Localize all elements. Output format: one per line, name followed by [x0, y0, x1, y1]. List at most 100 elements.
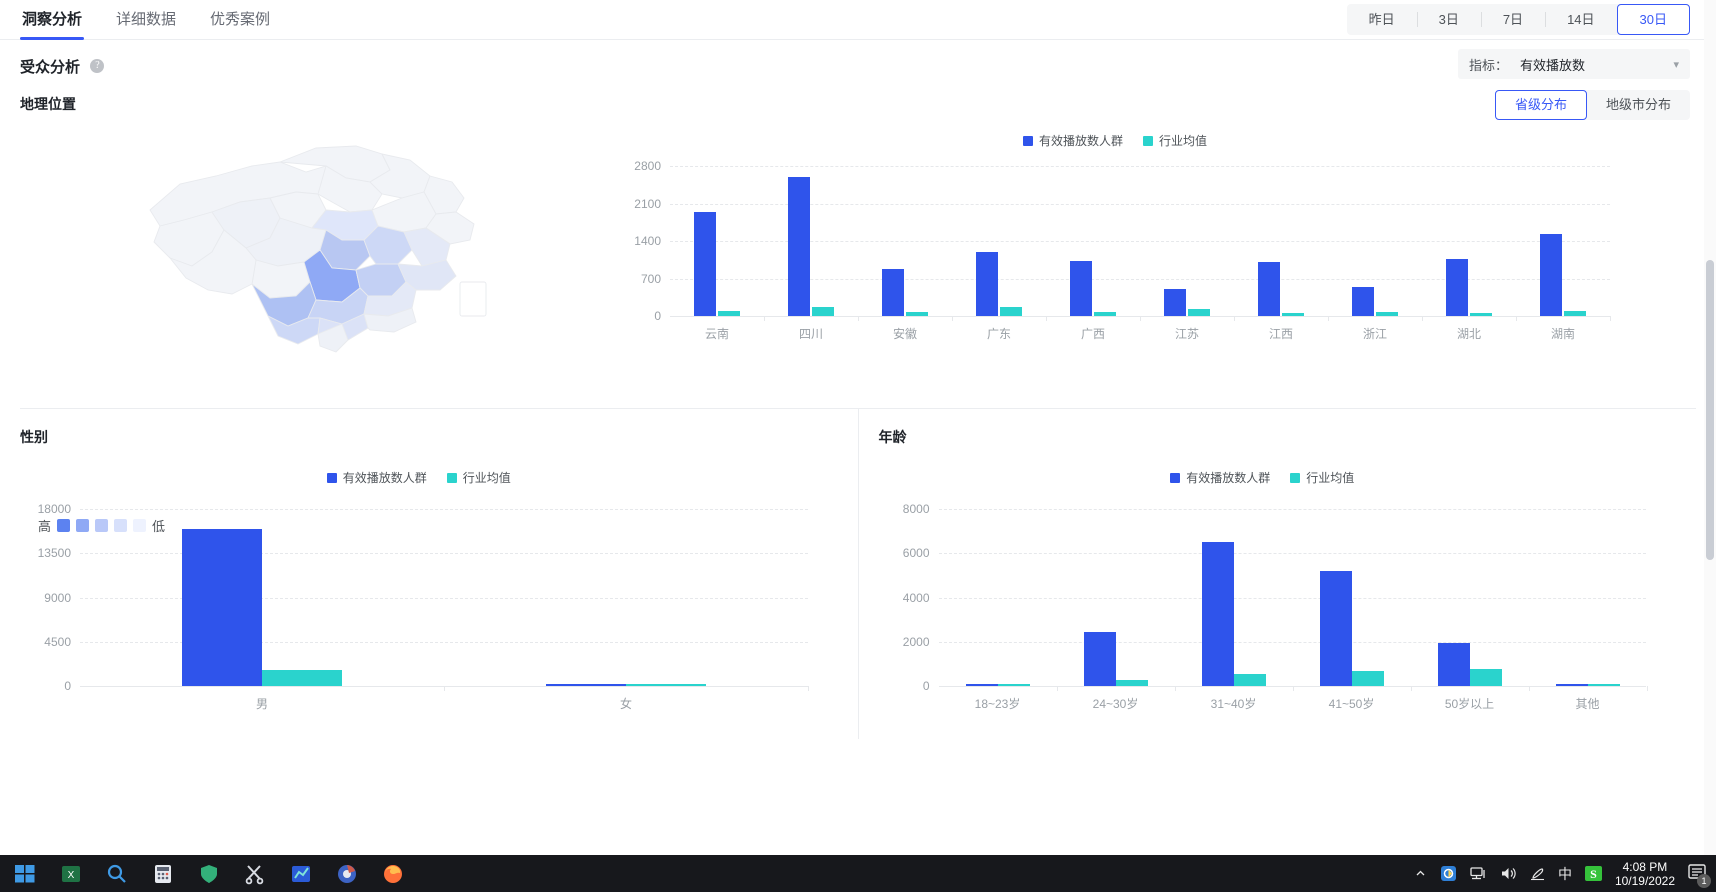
firefox-icon[interactable] [370, 855, 416, 892]
bar-industry-average[interactable] [1000, 307, 1022, 316]
bar-effective-plays[interactable] [965, 683, 998, 686]
bar-industry-average[interactable] [718, 311, 740, 316]
legend-color-blue-icon [1170, 472, 1181, 483]
windows-taskbar: X 中 S 4:08 PM 10/19/2022 1 [0, 855, 1716, 892]
bar-industry-average[interactable] [906, 311, 928, 316]
ime-chinese-icon[interactable]: 中 [1558, 864, 1572, 884]
shield-icon[interactable] [186, 855, 232, 892]
y-axis-tick-label: 9000 [44, 590, 71, 605]
y-axis-tick-label: 13500 [37, 546, 71, 561]
bar-effective-plays[interactable] [1070, 260, 1092, 316]
bar-effective-plays[interactable] [182, 528, 262, 686]
x-axis-tick-mark [1328, 316, 1329, 321]
bar-effective-plays[interactable] [1437, 642, 1470, 686]
date-range-14days[interactable]: 14日 [1545, 4, 1616, 35]
date-range-30days[interactable]: 30日 [1616, 4, 1690, 35]
geo-view-province[interactable]: 省级分布 [1494, 90, 1587, 120]
bar-industry-average[interactable] [1469, 669, 1502, 686]
screenshot-icon[interactable] [1440, 865, 1457, 882]
network-icon[interactable] [1470, 866, 1487, 881]
browser-icon[interactable] [324, 855, 370, 892]
bar-industry-average[interactable] [1587, 683, 1620, 686]
gridline [670, 166, 1610, 167]
chevron-up-icon[interactable] [1414, 867, 1427, 880]
x-axis-tick-mark [808, 686, 809, 691]
date-range-3days[interactable]: 3日 [1416, 4, 1481, 35]
x-axis-tick-label: 湖南 [1550, 327, 1576, 341]
chart-icon[interactable] [278, 855, 324, 892]
pen-icon[interactable] [1530, 866, 1545, 881]
date-range-yesterday[interactable]: 昨日 [1347, 4, 1417, 35]
notification-center-icon[interactable]: 1 [1688, 863, 1711, 888]
legend-item-effective-plays[interactable]: 有效播放数人群 [326, 469, 427, 486]
x-axis-tick-mark [1046, 316, 1047, 321]
legend-item-industry-average[interactable]: 行业均值 [1143, 132, 1207, 149]
bar-effective-plays[interactable] [694, 211, 716, 316]
legend-item-industry-average[interactable]: 行业均值 [446, 469, 511, 486]
bar-industry-average[interactable] [812, 307, 834, 316]
tab-excellent-cases[interactable]: 优秀案例 [208, 0, 272, 40]
metric-dropdown[interactable]: 指标： 有效播放数 ▾ [1458, 49, 1690, 79]
x-axis-tick-mark [444, 686, 445, 691]
bar-effective-plays[interactable] [1164, 289, 1186, 316]
legend-item-effective-plays[interactable]: 有效播放数人群 [1170, 469, 1270, 486]
gridline [938, 509, 1646, 510]
date-range-7days[interactable]: 7日 [1480, 4, 1545, 35]
taskbar-clock[interactable]: 4:08 PM 10/19/2022 [1615, 860, 1675, 888]
legend-item-industry-average[interactable]: 行业均值 [1290, 469, 1354, 486]
x-axis-tick-label: 浙江 [1362, 327, 1388, 341]
volume-icon[interactable] [1500, 866, 1517, 881]
x-axis-tick-mark [1646, 686, 1648, 691]
bar-industry-average[interactable] [1376, 312, 1398, 316]
x-axis-tick-label: 四川 [798, 327, 824, 341]
tab-detailed-data[interactable]: 详细数据 [114, 0, 178, 40]
svg-text:X: X [68, 870, 75, 881]
bar-effective-plays[interactable] [882, 268, 904, 316]
bar-effective-plays[interactable] [1319, 570, 1352, 686]
page-scrollbar-thumb[interactable] [1706, 260, 1714, 560]
bar-industry-average[interactable] [1282, 312, 1304, 316]
bar-industry-average[interactable] [626, 683, 706, 686]
china-map[interactable] [120, 132, 540, 362]
search-icon[interactable] [94, 855, 140, 892]
bar-effective-plays[interactable] [1201, 542, 1234, 686]
bar-effective-plays[interactable] [1446, 259, 1468, 316]
legend-label-industry-average: 行业均值 [462, 471, 511, 485]
sogou-icon[interactable]: S [1584, 865, 1602, 882]
bar-industry-average[interactable] [1115, 680, 1148, 686]
notification-badge: 1 [1697, 874, 1711, 888]
bar-effective-plays[interactable] [1540, 234, 1562, 316]
bar-industry-average[interactable] [1188, 308, 1210, 316]
x-axis-tick-label: 其他 [1575, 697, 1600, 711]
x-axis-tick-mark [1410, 686, 1412, 691]
calculator-icon[interactable] [140, 855, 186, 892]
legend-item-effective-plays[interactable]: 有效播放数人群 [1022, 132, 1123, 149]
tab-insight-analysis[interactable]: 洞察分析 [20, 0, 85, 40]
x-axis-tick-label: 24~30岁 [1092, 697, 1139, 711]
bar-effective-plays[interactable] [546, 683, 626, 686]
bar-industry-average[interactable] [997, 683, 1030, 686]
x-axis-tick-mark [764, 316, 765, 321]
bar-effective-plays[interactable] [1258, 262, 1280, 316]
excel-icon[interactable]: X [48, 855, 94, 892]
bar-industry-average[interactable] [1351, 671, 1384, 686]
scissors-icon[interactable] [232, 855, 278, 892]
bar-industry-average[interactable] [1094, 312, 1116, 316]
bar-industry-average[interactable] [262, 670, 342, 686]
bar-effective-plays[interactable] [788, 177, 810, 316]
geo-view-city[interactable]: 地级市分布 [1587, 90, 1690, 120]
bar-industry-average[interactable] [1233, 673, 1266, 686]
page-scrollbar[interactable] [1704, 0, 1716, 855]
y-axis-tick-label: 4000 [902, 590, 930, 605]
bar-effective-plays[interactable] [976, 251, 998, 316]
legend-color-teal-icon [446, 472, 457, 483]
question-mark-icon[interactable]: ? [90, 58, 105, 73]
bar-effective-plays[interactable] [1083, 631, 1116, 686]
windows-start-icon[interactable] [2, 855, 48, 892]
bar-effective-plays[interactable] [1352, 286, 1374, 316]
bar-industry-average[interactable] [1470, 312, 1492, 316]
x-axis-tick-mark [1528, 686, 1530, 691]
x-axis-tick-mark [952, 316, 953, 321]
bar-industry-average[interactable] [1564, 311, 1586, 316]
bar-effective-plays[interactable] [1555, 683, 1588, 686]
